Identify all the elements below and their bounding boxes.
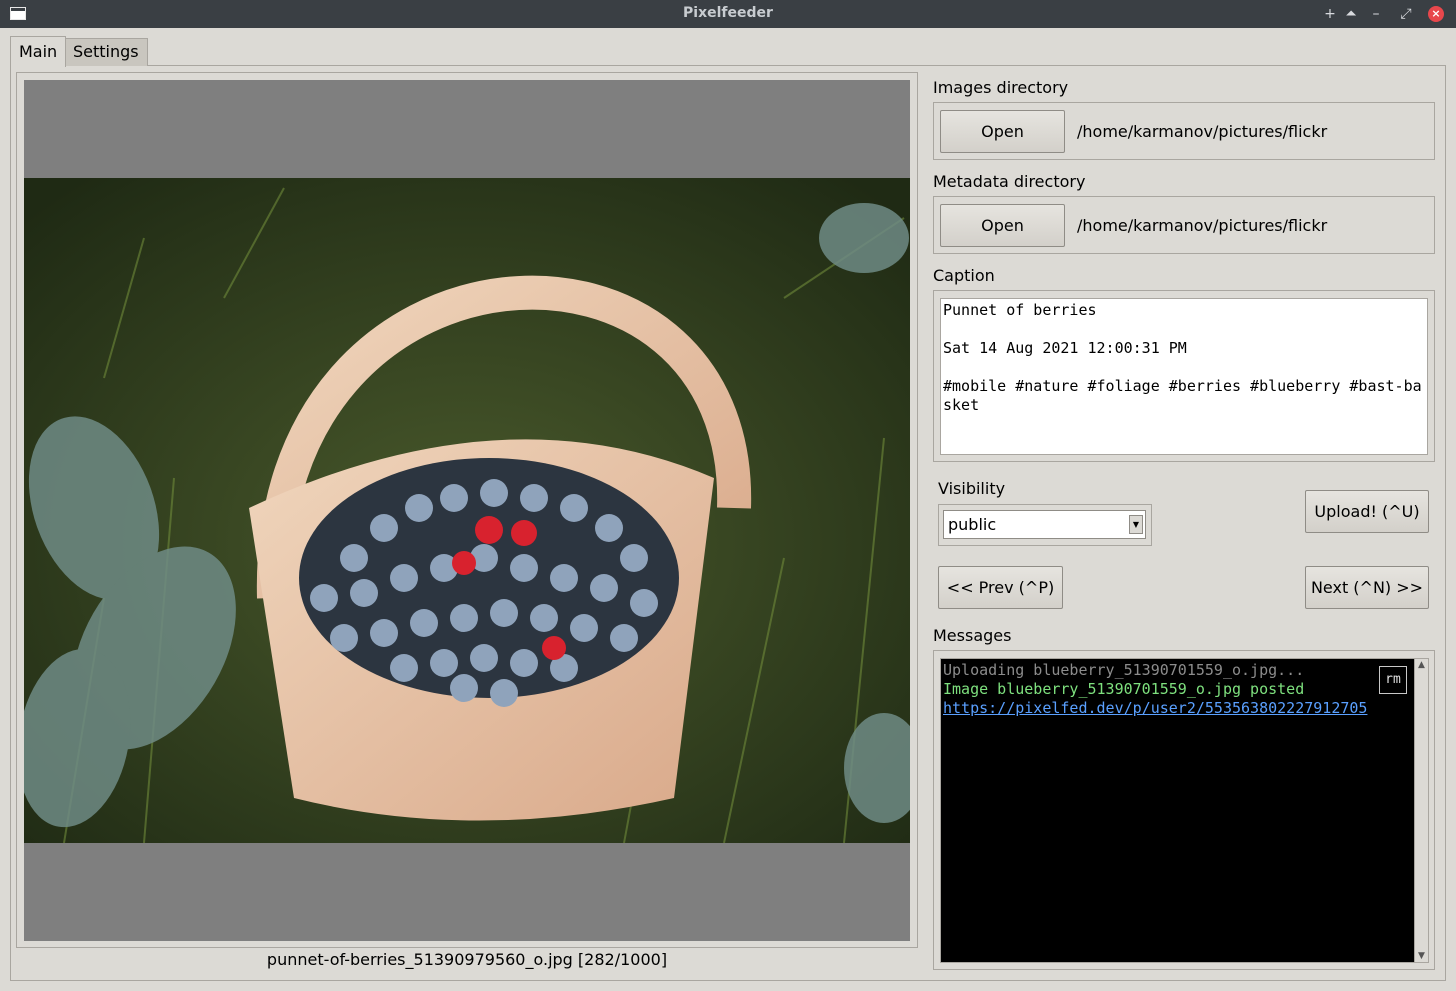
title-bar: Pixelfeeder + ⏶ – ⤢ × [0, 0, 1456, 28]
clear-messages-button[interactable]: rm [1379, 666, 1407, 694]
visibility-selected-value: public [948, 515, 997, 534]
image-preview [24, 80, 910, 941]
minimize-icon[interactable]: – [1366, 4, 1386, 24]
messages-console[interactable]: Uploading blueberry_51390701559_o.jpg...… [940, 658, 1429, 963]
messages-label: Messages [933, 626, 1012, 645]
next-button[interactable]: Next (^N) >> [1305, 566, 1429, 609]
images-directory-label: Images directory [933, 78, 1069, 97]
images-directory-path: /home/karmanov/pictures/flickr [1077, 122, 1328, 141]
message-line: Image blueberry_51390701559_o.jpg posted [943, 680, 1305, 698]
caption-label: Caption [933, 266, 995, 285]
keep-above-icon[interactable]: + [1320, 4, 1340, 24]
messages-scrollbar[interactable]: ▲ ▼ [1414, 659, 1428, 962]
metadata-directory-open-button[interactable]: Open [940, 204, 1065, 247]
message-link[interactable]: https://pixelfed.dev/p/user2/55356380222… [943, 699, 1426, 718]
message-line: Uploading blueberry_51390701559_o.jpg... [943, 661, 1305, 679]
window-title: Pixelfeeder [683, 5, 773, 21]
scroll-up-icon[interactable]: ▲ [1415, 659, 1428, 671]
chevron-down-icon[interactable]: ▼ [1129, 515, 1143, 534]
restore-icon[interactable]: ⤢ [1396, 4, 1416, 24]
visibility-label: Visibility [938, 479, 1006, 498]
tab-main[interactable]: Main [10, 36, 67, 67]
close-icon[interactable]: × [1428, 6, 1444, 22]
image-filename-label: punnet-of-berries_51390979560_o.jpg [282… [266, 950, 668, 969]
metadata-directory-label: Metadata directory [933, 172, 1086, 191]
metadata-directory-path: /home/karmanov/pictures/flickr [1077, 216, 1328, 235]
upload-button[interactable]: Upload! (^U) [1305, 490, 1429, 533]
caption-textarea[interactable]: Punnet of berries Sat 14 Aug 2021 12:00:… [940, 298, 1428, 455]
visibility-select[interactable]: public ▼ [943, 510, 1146, 539]
scroll-down-icon[interactable]: ▼ [1415, 950, 1428, 962]
prev-button[interactable]: << Prev (^P) [938, 566, 1063, 609]
images-directory-open-button[interactable]: Open [940, 110, 1065, 153]
photo-berry-basket [24, 178, 910, 843]
tab-settings[interactable]: Settings [64, 38, 148, 66]
shade-icon[interactable]: ⏶ [1341, 4, 1361, 24]
